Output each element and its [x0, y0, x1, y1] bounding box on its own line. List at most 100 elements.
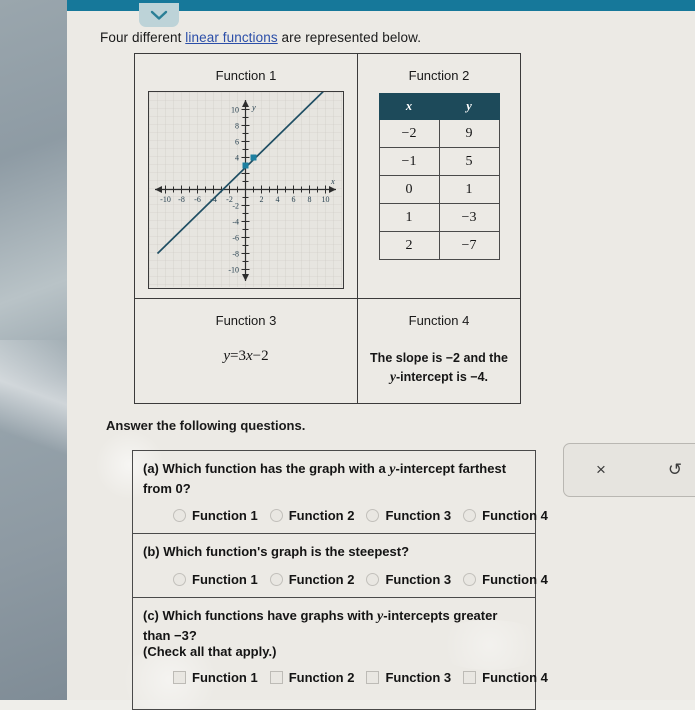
collapse-panel-tab[interactable]	[139, 3, 179, 27]
question-a-text: (a) Which function has the graph with a …	[143, 460, 525, 497]
question-a-text-pre: Which function has the graph with a	[162, 461, 390, 476]
function-4-title: Function 4	[408, 313, 470, 328]
question-b-label: (b)	[143, 544, 160, 560]
svg-text:-2: -2	[232, 202, 239, 211]
question-c-label: (c)	[143, 607, 159, 623]
svg-text:x: x	[330, 176, 335, 186]
radio-icon[interactable]	[173, 509, 186, 523]
table-row: 1 −3	[378, 203, 500, 232]
instruction-text-before: Four different	[100, 30, 186, 45]
option-label: Function 1	[192, 670, 258, 686]
option-a-function-1[interactable]: Function 1	[173, 508, 258, 523]
checkbox-icon[interactable]	[366, 671, 380, 685]
questions-box: (a) Which function has the graph with a …	[132, 450, 548, 710]
option-label: Function 3	[385, 571, 452, 587]
svg-text:4: 4	[235, 154, 239, 163]
option-c-function-3[interactable]: Function 3	[366, 670, 451, 685]
question-c-text: (c) Which functions have graphs with y-i…	[143, 607, 525, 644]
cell-x: −2	[378, 119, 440, 148]
cell-y: −7	[438, 231, 500, 260]
checkbox-icon[interactable]	[463, 671, 477, 685]
table-row: −2 9	[378, 119, 500, 148]
option-a-function-3[interactable]: Function 3	[366, 508, 451, 523]
equation-coefficient: 3	[238, 348, 247, 364]
option-b-function-1[interactable]: Function 1	[173, 572, 258, 587]
cell-y: 5	[438, 147, 500, 176]
linear-functions-link[interactable]: linear functions	[185, 30, 277, 45]
svg-text:6: 6	[292, 195, 296, 204]
svg-text:y: y	[251, 102, 256, 112]
clear-button[interactable]: ×	[564, 444, 638, 496]
option-label: Function 4	[482, 508, 548, 524]
svg-text:10: 10	[322, 195, 330, 204]
svg-text:-8: -8	[178, 195, 185, 204]
page-root: Four different linear functions are repr…	[0, 0, 695, 710]
option-b-function-2[interactable]: Function 2	[269, 571, 355, 587]
option-label: Function 2	[288, 508, 355, 524]
svg-text:-6: -6	[232, 234, 239, 243]
cell-x: 2	[378, 231, 440, 260]
function-4-line-2: -intercept is −4.	[395, 370, 489, 385]
radio-icon[interactable]	[463, 509, 477, 523]
checkbox-icon[interactable]	[269, 671, 283, 685]
option-label: Function 3	[385, 508, 452, 524]
question-a: (a) Which function has the graph with a …	[133, 451, 548, 535]
option-c-function-2[interactable]: Function 2	[269, 670, 355, 686]
option-c-function-4[interactable]: Function 4	[463, 670, 548, 685]
question-c-text-pre: Which functions have graphs with	[162, 607, 378, 623]
svg-text:10: 10	[231, 106, 239, 115]
option-c-function-1[interactable]: Function 1	[173, 670, 258, 685]
chevron-down-icon	[150, 9, 168, 21]
option-b-function-3[interactable]: Function 3	[366, 572, 451, 587]
cell-y: −3	[438, 203, 500, 232]
option-label: Function 1	[192, 508, 258, 524]
function-1-graph: -10 -8 -6 -4 -2 2 4 6 8 10 10 8	[148, 80, 344, 289]
svg-text:4: 4	[276, 195, 280, 204]
question-c-subtext: (Check all that apply.)	[143, 644, 277, 660]
option-label: Function 2	[288, 670, 355, 686]
equation-equals: =	[230, 348, 239, 364]
radio-icon[interactable]	[269, 509, 283, 523]
svg-text:8: 8	[308, 195, 312, 204]
svg-text:-10: -10	[160, 195, 171, 204]
function-2-table: x y −2 9 −1 5 0 1 1 −3 2 −7	[378, 93, 500, 260]
answer-heading: Answer the following questions.	[106, 418, 306, 433]
cell-y: 1	[438, 175, 500, 204]
radio-icon[interactable]	[366, 572, 380, 586]
radio-icon[interactable]	[366, 509, 380, 523]
svg-text:2: 2	[260, 195, 264, 204]
table-row: −1 5	[378, 147, 500, 176]
function-3-cell: Function 3 y=3x−2	[135, 299, 358, 403]
question-b: (b) Which function's graph is the steepe…	[133, 534, 548, 598]
option-b-function-4[interactable]: Function 4	[463, 572, 548, 587]
radio-icon[interactable]	[269, 572, 283, 586]
table-header-row: x y	[378, 93, 500, 120]
checkbox-icon[interactable]	[173, 671, 186, 685]
instruction-text-after: are represented below.	[277, 30, 422, 45]
radio-icon[interactable]	[463, 572, 477, 586]
option-label: Function 4	[482, 670, 548, 686]
cell-x: 0	[378, 175, 440, 204]
column-header-y: y	[438, 93, 500, 120]
function-1-title: Function 1	[215, 68, 277, 83]
option-label: Function 1	[192, 571, 258, 587]
option-label: Function 3	[385, 670, 452, 686]
svg-text:6: 6	[235, 138, 239, 147]
question-a-options: Function 1 Function 2 Function 3 Functio…	[143, 508, 548, 524]
radio-icon[interactable]	[173, 572, 186, 586]
svg-text:-10: -10	[228, 266, 239, 275]
coordinate-plane-svg: -10 -8 -6 -4 -2 2 4 6 8 10 10 8	[149, 80, 342, 287]
svg-text:-4: -4	[232, 218, 239, 227]
instruction-line: Four different linear functions are repr…	[100, 30, 421, 45]
cell-x: −1	[378, 147, 440, 176]
undo-icon: ↺	[667, 460, 683, 479]
function-2-cell: Function 2 x y −2 9 −1 5 0 1 1 −3 2 −7	[358, 54, 520, 299]
undo-button[interactable]: ↺	[638, 444, 695, 496]
question-b-text: (b) Which function's graph is the steepe…	[143, 543, 525, 561]
screen-bezel-left	[0, 0, 67, 700]
option-a-function-4[interactable]: Function 4	[463, 508, 548, 523]
question-c-options: Function 1 Function 2 Function 3 Functio…	[143, 670, 548, 686]
function-4-line-1: The slope is −2 and the	[370, 351, 508, 365]
option-label: Function 2	[288, 571, 355, 587]
option-a-function-2[interactable]: Function 2	[269, 508, 355, 524]
